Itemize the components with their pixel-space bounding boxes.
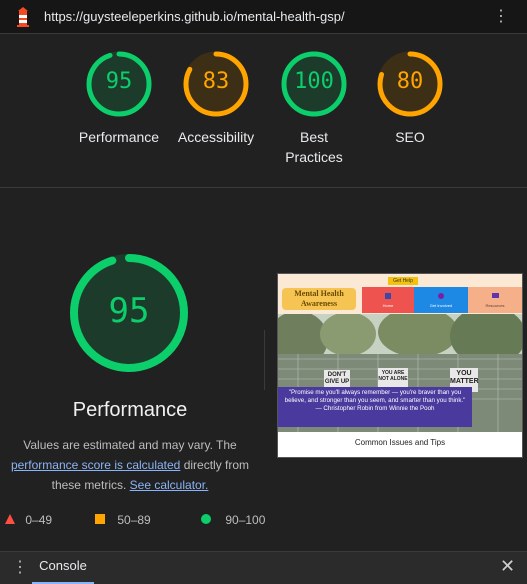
thumb-footer-heading: Common Issues and Tips [278, 432, 522, 457]
score-label: Performance [78, 129, 160, 145]
drawer-menu-icon[interactable]: ⋮ [12, 557, 28, 577]
thumb-quote: "Promise me you'll always remember — you… [278, 387, 472, 427]
kebab-menu-icon[interactable]: ⋮ [492, 6, 510, 28]
score-gauge[interactable]: 83 [181, 49, 251, 119]
thumb-site-title: Mental Health Awareness [282, 288, 356, 310]
score-label: Best Practices [285, 129, 343, 165]
legend-average-label: 50–89 [117, 513, 151, 527]
see-calculator-link[interactable]: See calculator. [130, 478, 209, 492]
lighthouse-icon [17, 7, 29, 27]
desc-text: Values are estimated and may vary. The [23, 438, 237, 452]
legend-pass-label: 90–100 [225, 513, 266, 527]
score-value: 83 [202, 69, 230, 94]
divider [0, 187, 527, 188]
divider [264, 330, 265, 390]
score-description: Values are estimated and may vary. The p… [0, 435, 260, 495]
legend-pass: 90–100 [200, 513, 265, 527]
score-gauge[interactable]: 100 [279, 49, 349, 119]
thumb-sign: YOU MATTER [450, 370, 479, 385]
thumb-sign: YOU ARE NOT ALONE [378, 370, 408, 382]
square-icon [95, 514, 105, 524]
book-icon [492, 293, 499, 298]
thumb-get-help: Get Help [388, 277, 418, 285]
legend-fail: 0–49 [4, 513, 52, 527]
thumb-nav-involved: Get Involved [414, 287, 468, 313]
thumb-nav-resources: Resources [468, 287, 522, 313]
score-gauge[interactable]: 95 [84, 49, 154, 119]
score-gauge[interactable]: 80 [375, 49, 445, 119]
home-icon [385, 293, 391, 299]
legend-fail-label: 0–49 [25, 513, 53, 527]
score-calculated-link[interactable]: performance score is calculated [11, 458, 180, 472]
triangle-icon [5, 514, 15, 524]
score-value: 100 [294, 69, 334, 94]
performance-title: Performance [72, 399, 188, 421]
page-url: https://guysteeleperkins.github.io/menta… [44, 9, 345, 24]
thumb-nav-label: Resources [485, 303, 505, 308]
score-label: SEO [395, 129, 425, 145]
circle-icon [201, 514, 211, 524]
performance-score: 95 [108, 291, 150, 331]
thumb-sign: DON'T GIVE UP [324, 372, 350, 385]
thumb-nav-label: Get Involved [429, 303, 453, 308]
score-value: 80 [396, 69, 424, 94]
legend-average: 50–89 [94, 513, 151, 527]
score-label: Accessibility [177, 129, 255, 145]
tab-console[interactable]: Console [32, 551, 94, 584]
page-screenshot-thumbnail[interactable]: Get Help Mental Health Awareness Home Ge… [277, 273, 523, 458]
thumb-nav-home: Home [362, 287, 414, 313]
score-value: 95 [105, 69, 133, 94]
close-icon[interactable]: ✕ [500, 556, 515, 577]
thumb-nav-label: Home [382, 303, 394, 308]
globe-icon [438, 293, 444, 299]
